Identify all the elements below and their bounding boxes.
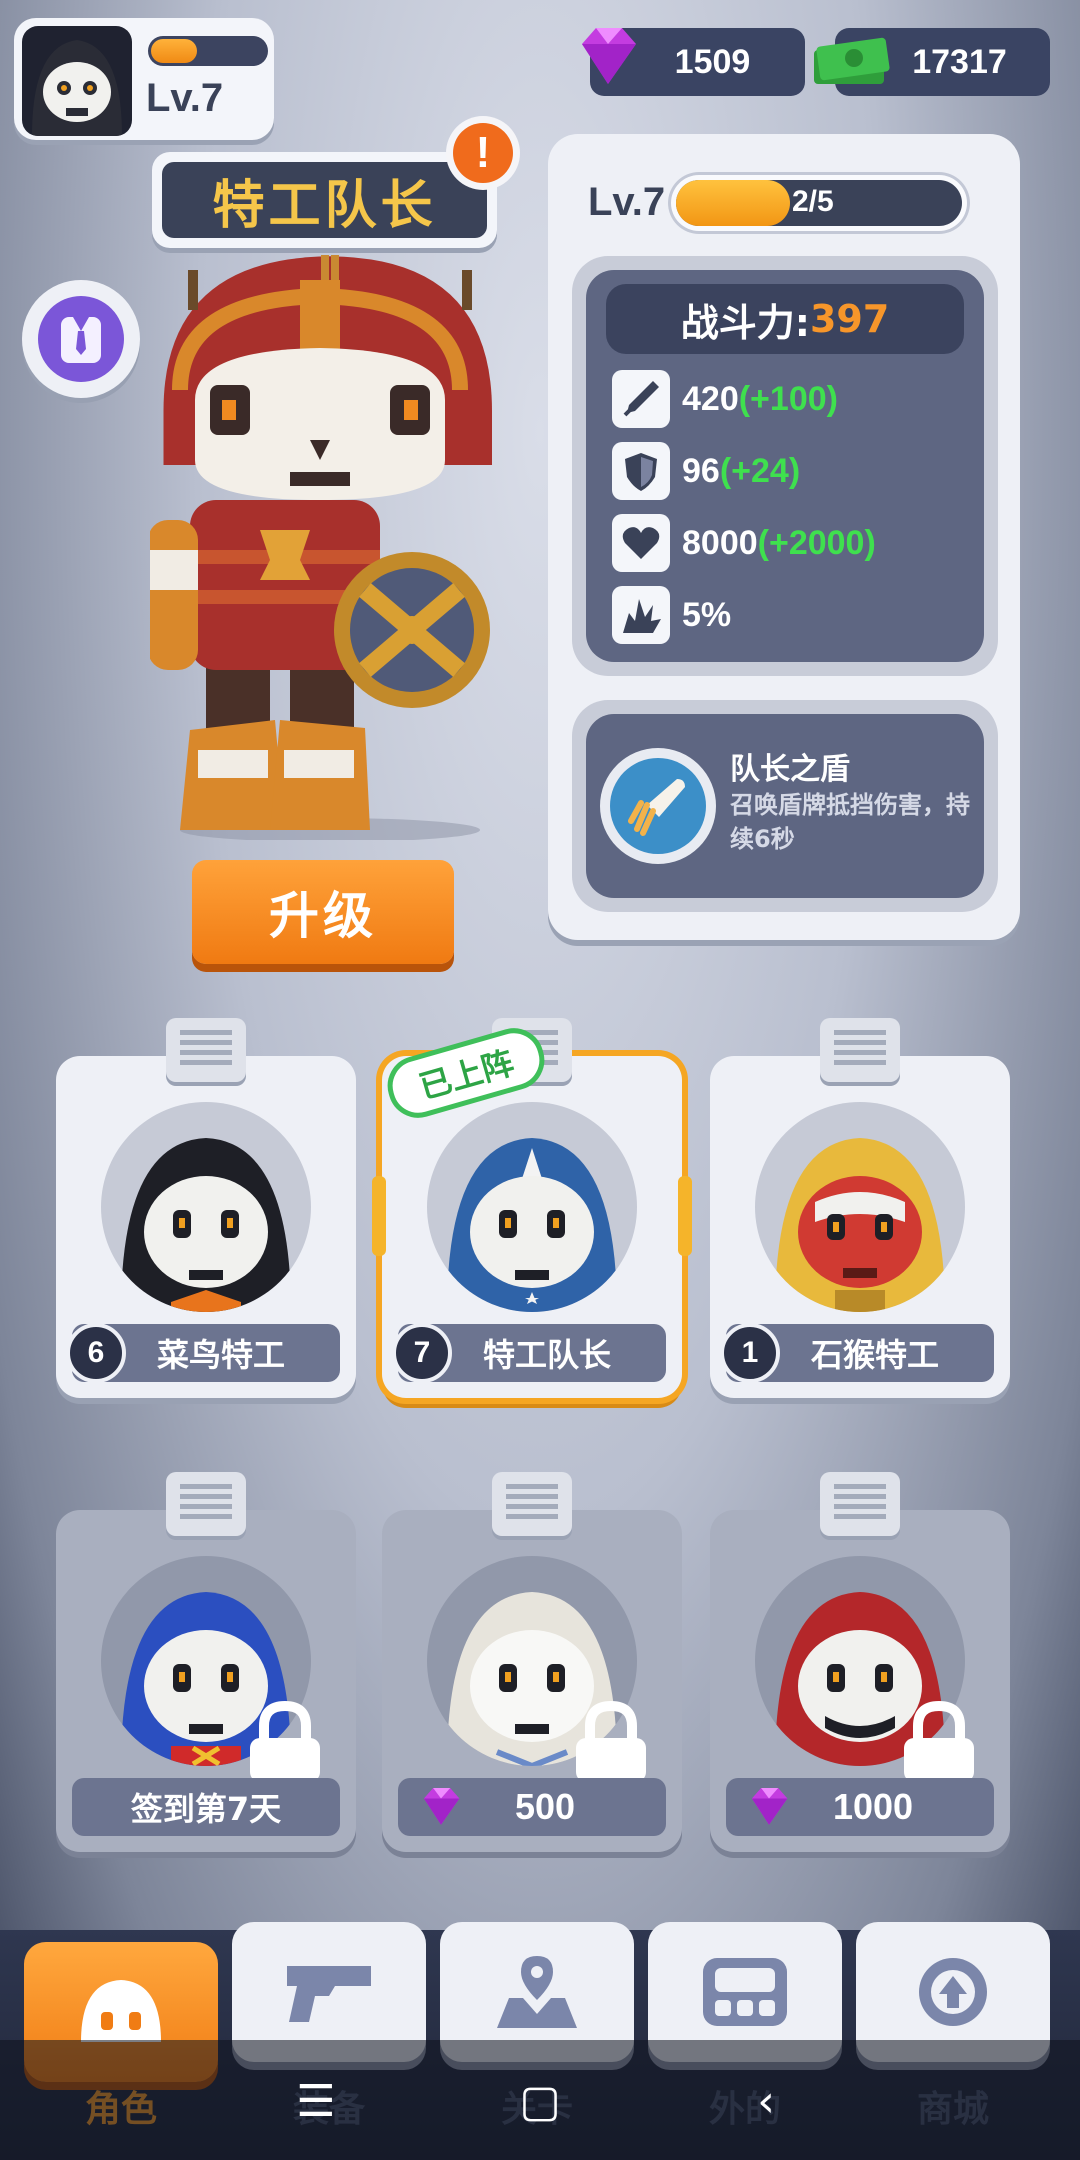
agent-captain-portrait (427, 1102, 637, 1312)
player-xp-bar (148, 36, 268, 66)
health-icon (612, 514, 670, 572)
character-name: 菜鸟特工 (156, 1336, 285, 1374)
character-name: 石猴特工 (810, 1336, 939, 1374)
hero-level: Lv.7 (588, 180, 666, 224)
character-card-rookie[interactable]: 6 菜鸟特工 (56, 1018, 356, 1398)
monkey-agent-portrait (755, 1102, 965, 1312)
outfit-icon (703, 1958, 787, 2026)
cash-icon (814, 37, 890, 84)
player-profile-card[interactable]: Lv.7 (14, 18, 274, 140)
price-value: 1000 (832, 1786, 914, 1827)
hero-character-art (150, 255, 492, 840)
unlock-condition: 签到第7天 (130, 1790, 282, 1828)
gem-count: 1509 (674, 42, 751, 81)
gem-icon (751, 1787, 788, 1825)
gem-icon (423, 1787, 460, 1825)
crit-icon (612, 586, 670, 644)
stat-row-attack: 420 (+100) (612, 370, 838, 428)
health-bonus: (+2000) (757, 523, 876, 562)
character-card-locked-red[interactable]: 1000 (710, 1472, 1010, 1852)
price-plate[interactable]: 500 (398, 1778, 666, 1836)
lock-icon (904, 1700, 974, 1782)
character-name-plate: 6 菜鸟特工 (66, 1323, 340, 1383)
character-name-plate: 1 石猴特工 (720, 1323, 994, 1383)
defense-icon (612, 442, 670, 500)
rookie-agent-portrait (101, 1102, 311, 1312)
character-level: 7 (392, 1323, 452, 1383)
defense-bonus: (+24) (719, 451, 801, 490)
unlock-condition-plate: 签到第7天 (72, 1778, 340, 1836)
alert-icon: ! (453, 123, 513, 183)
lock-icon (250, 1700, 320, 1782)
stat-row-defense: 96 (+24) (612, 442, 800, 500)
character-card-monkey[interactable]: 1 石猴特工 (710, 1018, 1010, 1398)
shield-rocket-icon (600, 748, 716, 864)
hero-progress-text: 2/5 (792, 185, 834, 218)
stat-row-health: 8000 (+2000) (612, 514, 876, 572)
health-value: 8000 (682, 523, 758, 562)
shop-icon (919, 1958, 987, 2026)
power-value: 397 (809, 297, 890, 341)
power-rating: 战斗力: 397 (606, 284, 964, 354)
card-clip (492, 1472, 572, 1536)
price-plate[interactable]: 1000 (726, 1778, 994, 1836)
player-level: Lv.7 (146, 76, 224, 120)
home-icon[interactable]: ▢ (510, 2076, 570, 2127)
character-card-locked-blue[interactable]: 签到第7天 (56, 1472, 356, 1852)
lock-icon (576, 1700, 646, 1782)
weapon-icon (287, 1966, 371, 2022)
upgrade-button[interactable]: 升级 (192, 860, 454, 964)
gem-icon (582, 28, 636, 84)
attack-icon (612, 370, 670, 428)
alert-badge[interactable]: ! (446, 116, 520, 190)
attack-bonus: (+100) (738, 379, 838, 418)
card-clip (166, 1472, 246, 1536)
skill-name: 队长之盾 (730, 752, 850, 787)
player-avatar (22, 26, 132, 136)
card-clip (820, 1018, 900, 1082)
back-icon[interactable]: ‹ (736, 2076, 796, 2127)
outfit-button[interactable] (22, 280, 140, 398)
power-label: 战斗力: (680, 300, 810, 345)
hero-name: 特工队长 (162, 162, 487, 238)
price-value: 500 (514, 1786, 576, 1827)
card-clip (820, 1472, 900, 1536)
map-icon (497, 1956, 577, 2028)
stat-row-crit: 5% (612, 586, 731, 644)
character-name-plate: 7 特工队长 (392, 1323, 666, 1383)
character-level: 1 (720, 1323, 780, 1383)
defense-value: 96 (682, 451, 720, 490)
skill-description: 召唤盾牌抵挡伤害，持续6秒 (730, 791, 970, 853)
character-card-locked-white[interactable]: 500 (382, 1472, 682, 1852)
hero-progress-bar: 2/5 (668, 172, 970, 234)
cash-count: 17317 (912, 42, 1007, 81)
character-level: 6 (66, 1323, 126, 1383)
attack-value: 420 (682, 379, 739, 418)
card-clip (166, 1018, 246, 1082)
suit-icon (38, 296, 124, 382)
crit-value: 5% (682, 595, 732, 634)
hero-name-plate: 特工队长 (152, 152, 497, 248)
character-name: 特工队长 (482, 1336, 611, 1374)
menu-icon[interactable]: ☰ (286, 2076, 346, 2127)
